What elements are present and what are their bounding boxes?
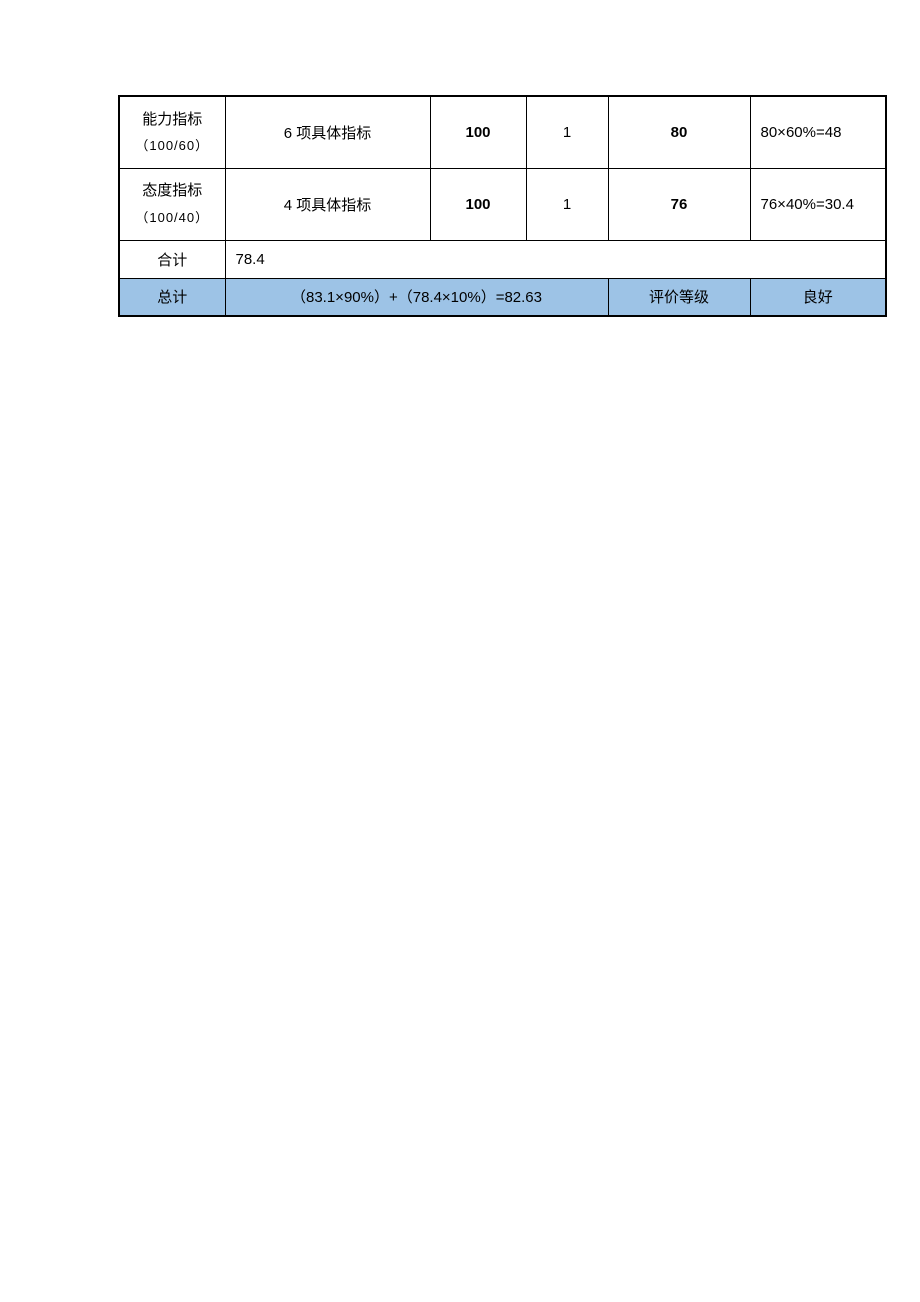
table-row: 态度指标 （100/40） 4 项具体指标 100 1 76 76×40%=30… (119, 168, 886, 240)
total-formula: （83.1×90%）+（78.4×10%）=82.63 (225, 278, 608, 316)
subtotal-row: 合计 78.4 (119, 240, 886, 278)
row-score: 80 (608, 96, 750, 168)
grade-value: 良好 (750, 278, 886, 316)
row-calc: 76×40%=30.4 (750, 168, 886, 240)
label-line1: 态度指标 (126, 177, 219, 206)
table-row: 能力指标 （100/60） 6 项具体指标 100 1 80 80×60%=48 (119, 96, 886, 168)
row-weight: 1 (526, 168, 608, 240)
row-score: 76 (608, 168, 750, 240)
row-label: 态度指标 （100/40） (119, 168, 225, 240)
subtotal-value: 78.4 (225, 240, 886, 278)
row-weight: 1 (526, 96, 608, 168)
label-line2: （100/60） (126, 134, 219, 159)
grade-label: 评价等级 (608, 278, 750, 316)
row-desc: 6 项具体指标 (225, 96, 430, 168)
evaluation-table: 能力指标 （100/60） 6 项具体指标 100 1 80 80×60%=48… (118, 95, 887, 317)
row-max: 100 (430, 168, 526, 240)
row-label: 能力指标 （100/60） (119, 96, 225, 168)
row-calc: 80×60%=48 (750, 96, 886, 168)
row-desc: 4 项具体指标 (225, 168, 430, 240)
row-max: 100 (430, 96, 526, 168)
total-label: 总计 (119, 278, 225, 316)
subtotal-label: 合计 (119, 240, 225, 278)
total-row: 总计 （83.1×90%）+（78.4×10%）=82.63 评价等级 良好 (119, 278, 886, 316)
label-line1: 能力指标 (126, 106, 219, 135)
label-line2: （100/40） (126, 206, 219, 231)
